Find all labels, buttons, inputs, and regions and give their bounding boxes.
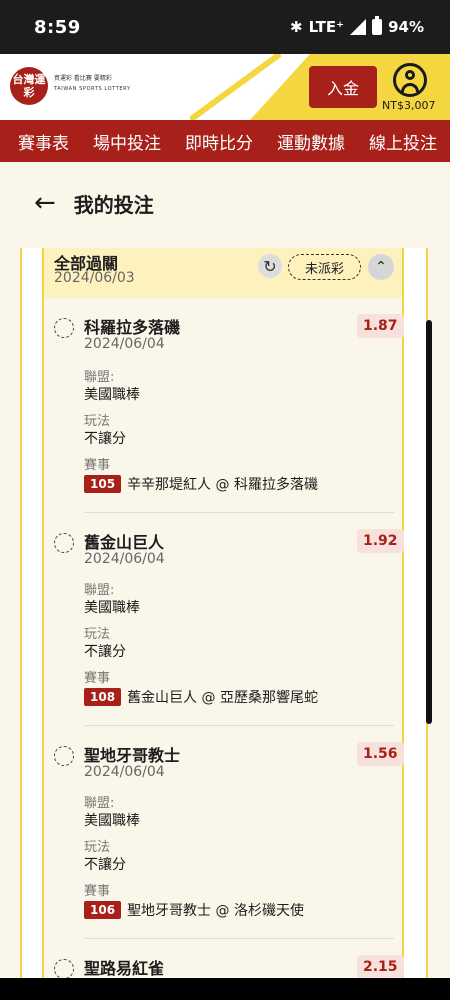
odds-badge: 2.15 bbox=[357, 955, 404, 979]
app-header: 台灣運彩 買運彩 看比賽 要精彩 TAIWAN SPORTS LOTTERY 入… bbox=[0, 54, 450, 120]
status-bar: 8:59 ✱ LTE⁺ 94% bbox=[0, 0, 450, 54]
parlay-date: 2024/06/03 bbox=[54, 270, 135, 286]
bet-item: 科羅拉多落磯 2024/06/04 1.87 聯盟: 美國職棒 玩法 不讓分 賽… bbox=[44, 298, 404, 513]
bet-selection: 科羅拉多落磯 bbox=[84, 318, 181, 337]
league-label: 聯盟: bbox=[84, 583, 115, 598]
league-value: 美國職棒 bbox=[84, 387, 140, 403]
game-number-badge: 108 bbox=[84, 688, 122, 706]
league-value: 美國職棒 bbox=[84, 813, 140, 829]
parlay-header: 全部過關 2024/06/03 ↻ 未派彩 ⌃ bbox=[44, 248, 402, 298]
navigation-gesture-bar bbox=[0, 978, 450, 1000]
logo-mark: 台灣運彩 bbox=[12, 73, 46, 99]
event-label: 賽事 bbox=[84, 671, 111, 686]
bet-slip-card: 全部過關 2024/06/03 ↻ 未派彩 ⌃ 科羅拉多落磯 2024/06/0… bbox=[20, 248, 428, 1000]
scrollbar[interactable] bbox=[426, 320, 432, 724]
league-value: 美國職棒 bbox=[84, 600, 140, 616]
bluetooth-icon: ✱ bbox=[290, 18, 303, 36]
logo-wordmark: 買運彩 看比賽 要精彩 TAIWAN SPORTS LOTTERY bbox=[54, 74, 131, 94]
league-label: 聯盟: bbox=[84, 370, 115, 385]
user-account-icon[interactable] bbox=[393, 63, 427, 97]
event-label: 賽事 bbox=[84, 884, 111, 899]
bet-selection: 舊金山巨人 bbox=[84, 533, 165, 552]
event-row: 108 舊金山巨人 @ 亞歷桑那響尾蛇 bbox=[84, 687, 318, 707]
chevron-up-icon[interactable]: ⌃ bbox=[368, 254, 394, 280]
bet-selection: 聖路易紅雀 bbox=[84, 959, 165, 978]
play-type-label: 玩法 bbox=[84, 627, 111, 642]
account-balance: NT$3,007 bbox=[382, 99, 436, 112]
bet-date: 2024/06/04 bbox=[84, 336, 165, 352]
game-number-badge: 106 bbox=[84, 901, 122, 919]
logo-english: TAIWAN SPORTS LOTTERY bbox=[54, 86, 131, 92]
clock: 8:59 bbox=[34, 16, 81, 38]
bet-date: 2024/06/04 bbox=[84, 551, 165, 567]
pending-status-icon bbox=[54, 959, 74, 979]
game-number-badge: 105 bbox=[84, 475, 122, 493]
play-type-value: 不讓分 bbox=[84, 644, 126, 660]
odds-badge: 1.56 bbox=[357, 742, 404, 766]
status-icons: ✱ LTE⁺ 94% bbox=[290, 16, 424, 36]
pending-status-icon bbox=[54, 746, 74, 766]
bet-selection: 聖地牙哥教士 bbox=[84, 746, 181, 765]
pending-status-icon bbox=[54, 533, 74, 553]
status-badge: 未派彩 bbox=[288, 254, 361, 280]
event-matchup: 辛辛那堤紅人 @ 科羅拉多落磯 bbox=[127, 477, 318, 493]
battery-icon bbox=[372, 16, 383, 35]
bet-item: 聖地牙哥教士 2024/06/04 1.56 聯盟: 美國職棒 玩法 不讓分 賽… bbox=[44, 726, 404, 939]
network-label: LTE⁺ bbox=[308, 18, 345, 36]
bet-slip-body: 全部過關 2024/06/03 ↻ 未派彩 ⌃ 科羅拉多落磯 2024/06/0… bbox=[42, 248, 404, 1000]
bet-item: 舊金山巨人 2024/06/04 1.92 聯盟: 美國職棒 玩法 不讓分 賽事… bbox=[44, 513, 404, 726]
event-row: 105 辛辛那堤紅人 @ 科羅拉多落磯 bbox=[84, 474, 318, 494]
page-header: ← 我的投注 bbox=[0, 162, 450, 244]
play-type-label: 玩法 bbox=[84, 840, 111, 855]
bet-date: 2024/06/04 bbox=[84, 764, 165, 780]
logo-slogan: 買運彩 看比賽 要精彩 bbox=[54, 75, 112, 82]
event-row: 106 聖地牙哥教士 @ 洛杉磯天使 bbox=[84, 900, 304, 920]
event-label: 賽事 bbox=[84, 458, 111, 473]
nav-item-live-betting[interactable]: 場中投注 bbox=[81, 129, 173, 154]
play-type-label: 玩法 bbox=[84, 414, 111, 429]
nav-item-schedule[interactable]: 賽事表 bbox=[0, 129, 81, 154]
main-nav: 賽事表 場中投注 即時比分 運動數據 線上投注 bbox=[0, 120, 450, 162]
refresh-icon[interactable]: ↻ bbox=[258, 254, 282, 278]
odds-badge: 1.87 bbox=[357, 314, 404, 338]
league-label: 聯盟: bbox=[84, 796, 115, 811]
nav-item-live-score[interactable]: 即時比分 bbox=[173, 129, 265, 154]
page-title: 我的投注 bbox=[73, 192, 154, 217]
back-arrow-icon[interactable]: ← bbox=[34, 188, 56, 218]
brand-logo[interactable]: 台灣運彩 bbox=[10, 67, 48, 105]
event-matchup: 舊金山巨人 @ 亞歷桑那響尾蛇 bbox=[127, 690, 318, 706]
nav-item-online-betting[interactable]: 線上投注 bbox=[357, 129, 449, 154]
battery-level: 94% bbox=[388, 18, 424, 36]
deposit-button[interactable]: 入金 bbox=[309, 66, 377, 108]
event-matchup: 聖地牙哥教士 @ 洛杉磯天使 bbox=[127, 903, 304, 919]
nav-item-stats[interactable]: 運動數據 bbox=[265, 129, 357, 154]
pending-status-icon bbox=[54, 318, 74, 338]
play-type-value: 不讓分 bbox=[84, 857, 126, 873]
play-type-value: 不讓分 bbox=[84, 431, 126, 447]
odds-badge: 1.92 bbox=[357, 529, 404, 553]
signal-icon bbox=[350, 19, 367, 35]
